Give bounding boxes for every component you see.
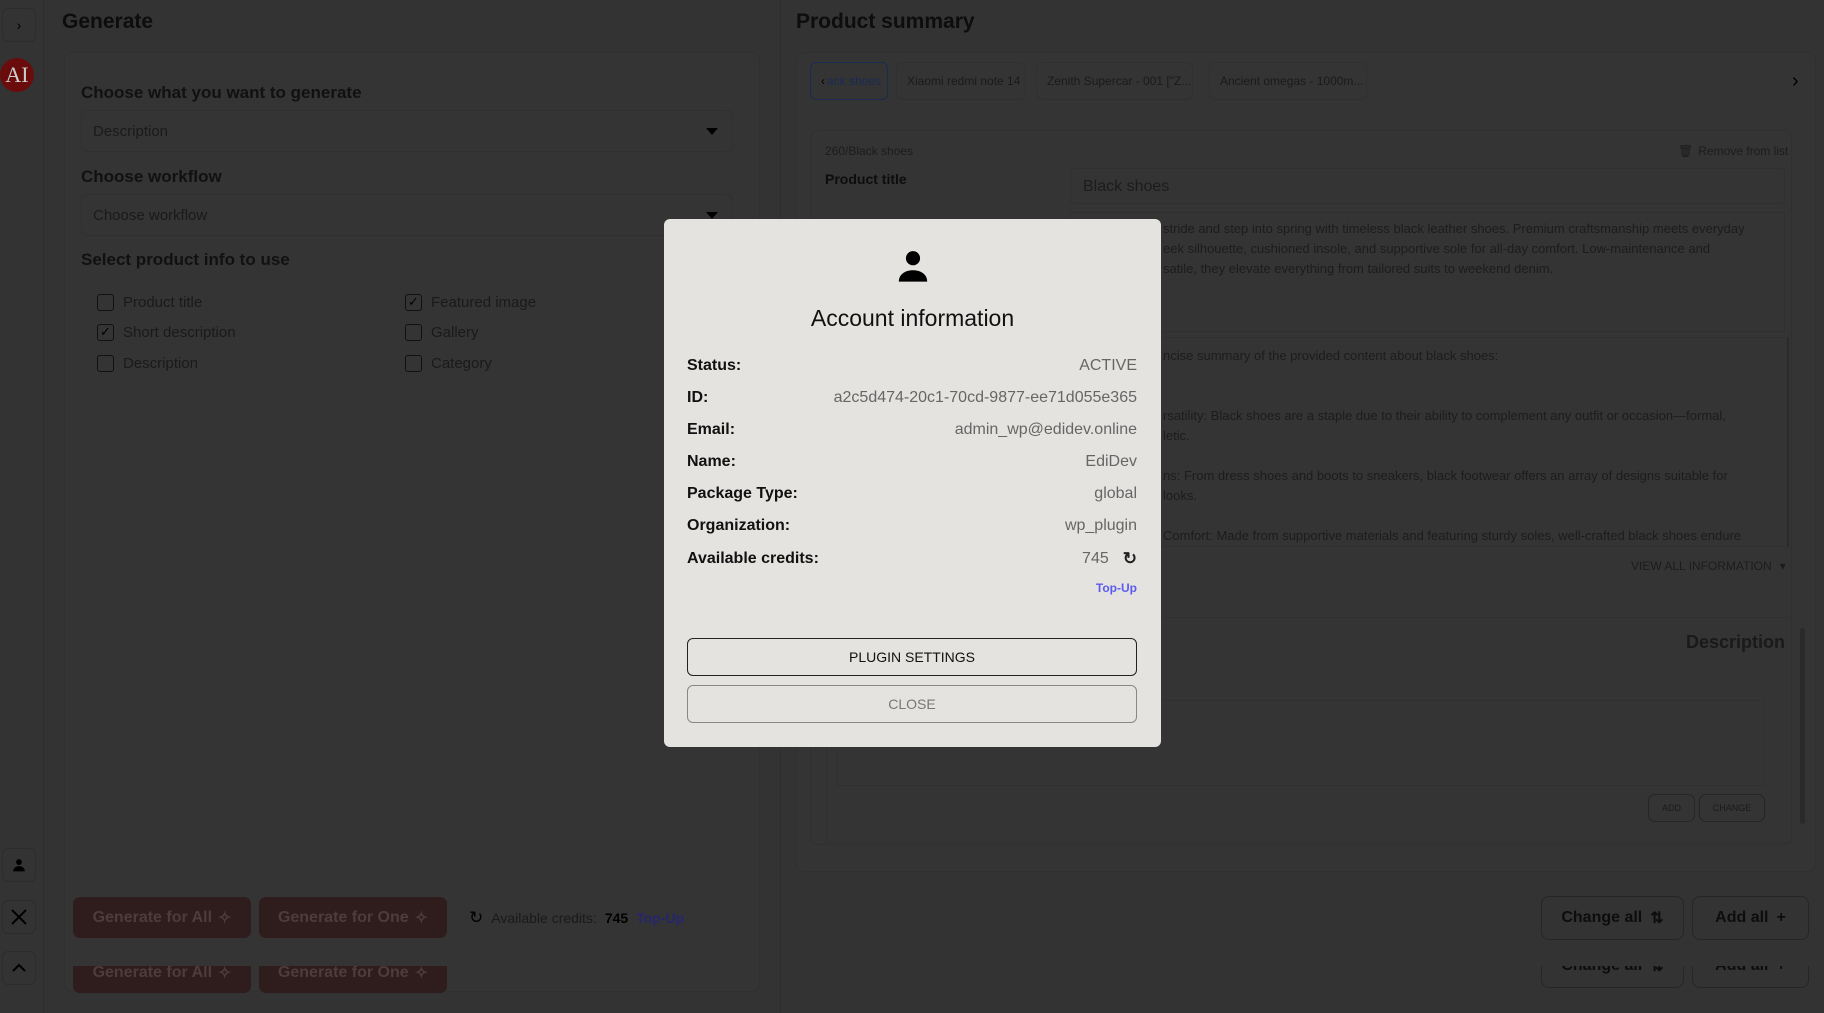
app-logo: AI (0, 58, 34, 92)
person-icon (898, 251, 928, 282)
caret-down-icon (706, 212, 718, 219)
change-all-button[interactable]: Change all⇅ (1541, 966, 1684, 988)
swap-icon: ⇅ (1650, 910, 1664, 927)
scrollbar[interactable] (1800, 628, 1805, 824)
caret-down-icon (706, 128, 718, 135)
check-icon: ✓ (97, 324, 114, 341)
checkbox-gallery[interactable]: Gallery (405, 324, 479, 341)
plugin-settings-button[interactable]: PLUGIN SETTINGS (687, 638, 1137, 676)
plus-icon: + (1776, 909, 1786, 926)
trash-icon: 🗑 (1678, 144, 1694, 158)
workflow-label: Choose workflow (81, 167, 222, 186)
generate-title: Generate (62, 10, 154, 33)
chevron-right-icon: › (16, 17, 22, 33)
short-description-text: stride and step into spring with timeles… (1163, 221, 1745, 276)
name-row: Name: EdiDev (687, 453, 1137, 470)
expand-sidebar-button[interactable]: › (2, 8, 36, 42)
generate-for-one-button[interactable]: Generate for One ✧ (259, 966, 447, 993)
product-path: 260/Black shoes (825, 144, 914, 158)
product-title-input[interactable]: Black shoes (1070, 168, 1785, 204)
swap-icon: ⇅ (1650, 966, 1664, 975)
account-information-modal: Account information Status: ACTIVE ID: a2c… (664, 219, 1161, 747)
generate-actions-duplicate: Generate for All ✧ Generate for One ✧ (44, 966, 780, 993)
generate-type-select[interactable]: Description (81, 110, 733, 152)
sparkle-icon: ✧ (414, 966, 429, 982)
checkbox-product-title[interactable]: Product title (97, 294, 202, 311)
summary-actions-duplicate: Change all⇅ Add all+ (1541, 966, 1811, 988)
sidebar: › AI (0, 0, 44, 1013)
description-preview-text: ncise summary of the provided content ab… (1163, 348, 1742, 543)
sparkle-icon: ✧ (218, 909, 232, 927)
refresh-icon[interactable]: ↻ (1123, 549, 1137, 569)
add-all-button[interactable]: Add all+ (1692, 966, 1809, 988)
generate-for-all-button[interactable]: Generate for All ✧ (73, 897, 251, 938)
close-panel-button[interactable] (2, 900, 36, 934)
checkbox-category[interactable]: Category (405, 355, 492, 372)
topup-link[interactable]: Top-Up (636, 910, 684, 926)
product-title-label: Product title (825, 171, 907, 187)
close-button[interactable]: CLOSE (687, 685, 1137, 723)
add-button[interactable]: ADD (1648, 794, 1695, 822)
product-tab-black-shoes[interactable]: ‹ ack shoes (810, 62, 888, 100)
package-type-row: Package Type: global (687, 485, 1137, 502)
email-row: Email: admin_wp@edidev.online (687, 421, 1137, 438)
checkbox-featured-image[interactable]: ✓ Featured image (405, 294, 536, 311)
account-button[interactable] (2, 848, 36, 882)
chevron-right-icon[interactable]: › (1792, 70, 1799, 93)
generate-card (64, 52, 760, 992)
check-icon: ✓ (405, 294, 422, 311)
person-icon (13, 859, 25, 872)
generate-for-all-button[interactable]: Generate for All ✧ (73, 966, 251, 993)
description-section-label: Description (1685, 632, 1785, 652)
generate-for-one-button[interactable]: Generate for One ✧ (259, 897, 447, 938)
close-icon (11, 909, 27, 925)
credits-info: ↻ Available credits: 745 Top-Up (469, 908, 685, 928)
topup-link[interactable]: Top-Up (1096, 581, 1137, 595)
status-row: Status: ACTIVE (687, 357, 1137, 374)
caret-down-icon: ▾ (1779, 559, 1786, 573)
remove-from-list-button[interactable]: 🗑 Remove from list (1678, 144, 1788, 158)
collapse-button[interactable] (2, 951, 36, 985)
product-tab-xiaomi[interactable]: Xiaomi redmi note 14 (896, 62, 1026, 100)
view-all-information-button[interactable]: VIEW ALL INFORMATION ▾ (1631, 559, 1786, 573)
product-tab-zenith[interactable]: Zenith Supercar - 001 ["Z... (1036, 62, 1193, 100)
add-all-button[interactable]: Add all+ (1692, 896, 1809, 940)
chevron-left-icon[interactable]: ‹ (821, 74, 825, 88)
workflow-select[interactable]: Choose workflow (81, 194, 733, 236)
id-row: ID: a2c5d474-20c1-70cd-9877-ee71d055e365 (687, 389, 1137, 406)
checkbox-short-description[interactable]: ✓ Short description (97, 324, 236, 341)
checkbox-description[interactable]: Description (97, 355, 198, 372)
what-label: Choose what you want to generate (81, 83, 362, 102)
modal-title: Account information (810, 305, 1015, 331)
chevron-up-icon (12, 963, 26, 972)
plus-icon: + (1777, 966, 1786, 975)
sparkle-icon: ✧ (218, 966, 232, 982)
change-all-button[interactable]: Change all⇅ (1541, 896, 1684, 940)
change-button[interactable]: CHANGE (1699, 794, 1765, 822)
product-tab-ancient-omegas[interactable]: Ancient omegas - 1000m... (1209, 62, 1367, 100)
info-label: Select product info to use (81, 250, 290, 269)
refresh-icon[interactable]: ↻ (469, 908, 483, 928)
summary-title: Product summary (796, 10, 975, 33)
credits-row: Available credits: 745 ↻ (687, 549, 1137, 569)
sparkle-icon: ✧ (414, 909, 429, 927)
organization-row: Organization: wp_plugin (687, 517, 1137, 534)
